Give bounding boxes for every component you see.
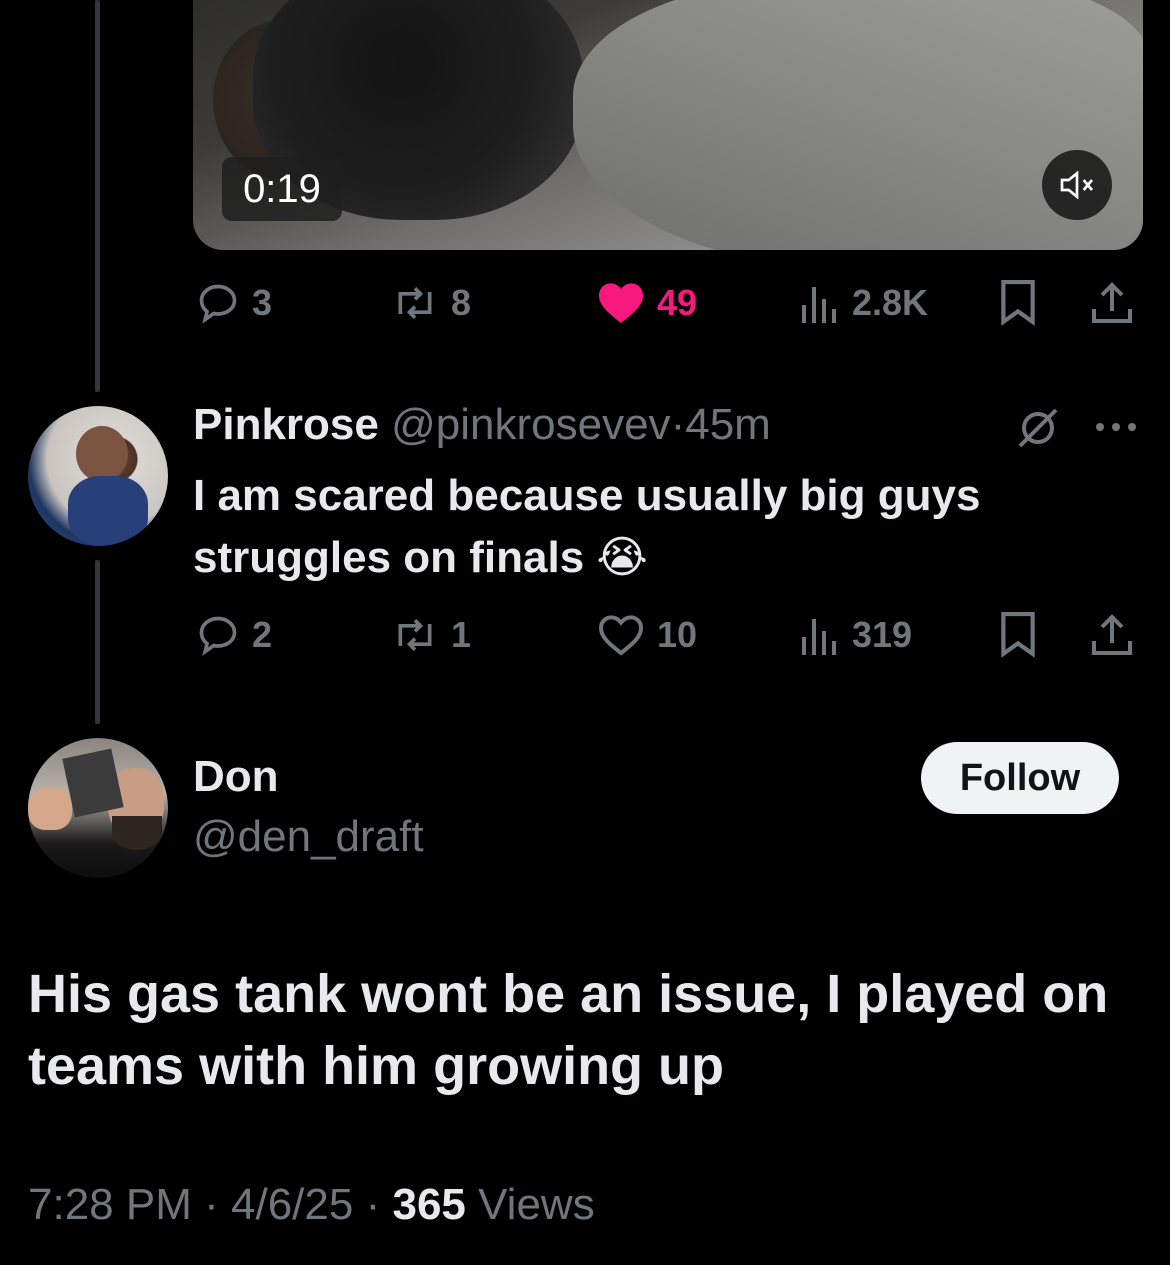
avatar-pinkrose[interactable]: [28, 406, 168, 546]
reply-text-line1: I am scared because usually big guys: [193, 471, 981, 520]
bookmark-icon: [1001, 612, 1035, 658]
share-icon: [1092, 282, 1132, 323]
reply-separator: ·: [670, 400, 686, 449]
views-count: 2.8K: [852, 282, 929, 323]
tweet-date[interactable]: 4/6/25: [231, 1180, 353, 1229]
reply-display-name[interactable]: Pinkrose: [193, 400, 379, 449]
heart-filled-icon: [599, 283, 643, 323]
heart-outline-icon: [598, 615, 644, 656]
reply-handle[interactable]: @pinkrosevev: [391, 400, 670, 449]
reply-count: 3: [252, 282, 273, 323]
like-button[interactable]: 49: [597, 278, 697, 328]
views-bar-chart-icon: [802, 287, 836, 323]
views-bar-chart-icon: [802, 619, 836, 655]
parent-action-bar: 3 8 49 2.8K: [193, 278, 1138, 328]
reply-views-button[interactable]: 319: [800, 610, 912, 660]
reply-views-count: 319: [852, 614, 913, 655]
repost-icon: [398, 619, 432, 651]
like-count: 49: [657, 282, 698, 323]
reply-text: I am scared because usually big guys str…: [193, 465, 1093, 589]
reply-share-button[interactable]: [1090, 610, 1134, 660]
tweet-handle[interactable]: @den_draft: [193, 812, 424, 862]
reply-header: Pinkrose @pinkrosevev·45m: [193, 400, 771, 450]
reply-action-bar: 2 1 10 319: [193, 610, 1138, 660]
meta-separator: ·: [204, 1180, 219, 1229]
repost-icon: [398, 287, 432, 319]
meta-separator: ·: [365, 1180, 381, 1229]
reply-time[interactable]: 45m: [685, 400, 771, 449]
tweet-meta: 7:28 PM · 4/6/25 · 365 Views: [28, 1180, 595, 1230]
grok-icon[interactable]: [1014, 404, 1062, 457]
reply-like-count: 10: [657, 614, 698, 655]
reply-repost-count: 1: [451, 614, 472, 655]
reply-button[interactable]: 3: [196, 278, 272, 328]
tweet-display-name[interactable]: Don: [193, 752, 279, 802]
tweet-text: His gas tank wont be an issue, I played …: [28, 964, 1109, 1096]
video-duration: 0:19: [222, 157, 342, 221]
reply-text-line2: struggles on finals: [193, 533, 585, 582]
bookmark-button[interactable]: [999, 278, 1037, 328]
avatar-don[interactable]: [28, 738, 168, 878]
more-options-icon[interactable]: [1094, 420, 1138, 438]
reply-reply-count: 2: [252, 614, 273, 655]
tweet-views-label: Views: [478, 1180, 595, 1229]
tweet-views-count[interactable]: 365: [392, 1180, 465, 1229]
reply-like-button[interactable]: 10: [597, 610, 697, 660]
thread-line-top: [95, 0, 100, 392]
share-icon: [1092, 614, 1132, 655]
share-button[interactable]: [1090, 278, 1134, 328]
volume-muted-icon[interactable]: [1042, 150, 1112, 220]
follow-button[interactable]: Follow: [921, 742, 1119, 814]
repost-button[interactable]: 8: [391, 278, 471, 328]
bookmark-icon: [1001, 280, 1035, 326]
thread-line-middle: [95, 560, 100, 724]
reply-reply-button[interactable]: 2: [196, 610, 272, 660]
reply-bookmark-button[interactable]: [999, 610, 1037, 660]
reply-icon: [199, 284, 237, 324]
crying-emoji: 😭: [596, 532, 648, 583]
reply-repost-button[interactable]: 1: [391, 610, 471, 660]
views-button[interactable]: 2.8K: [800, 278, 928, 328]
reply-icon: [199, 616, 237, 656]
tweet-time[interactable]: 7:28 PM: [28, 1180, 192, 1229]
repost-count: 8: [451, 282, 472, 323]
